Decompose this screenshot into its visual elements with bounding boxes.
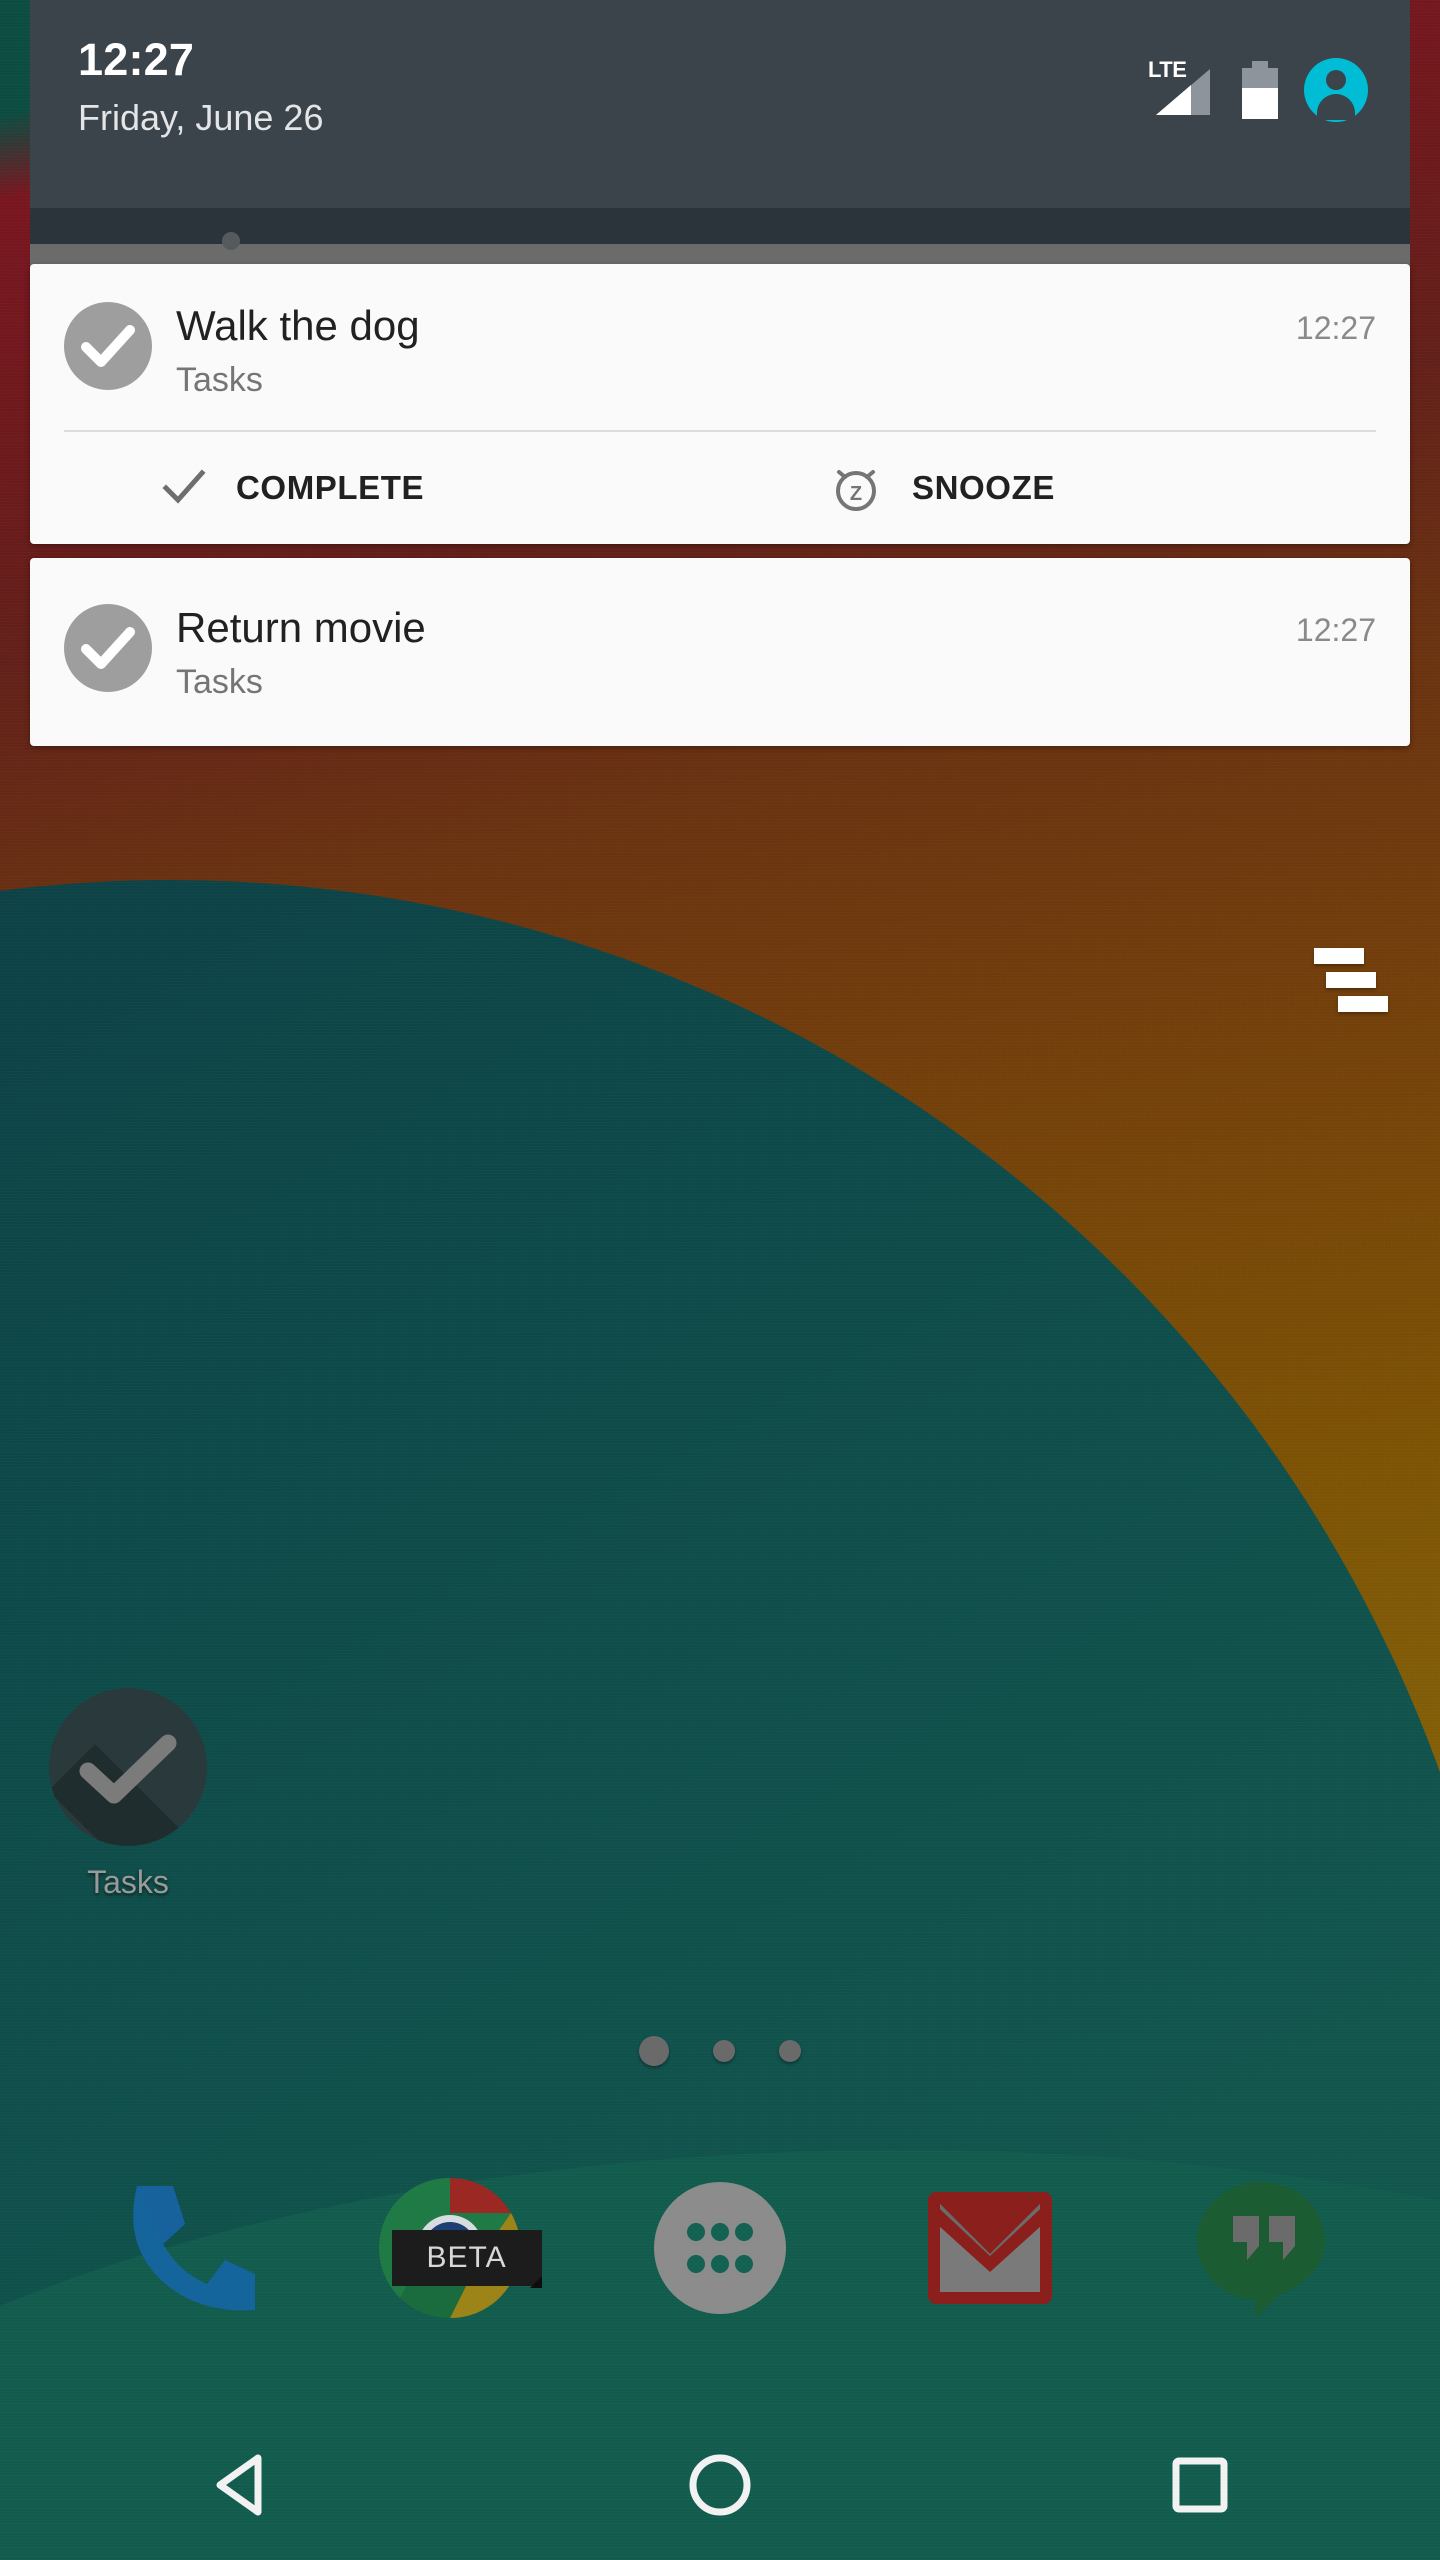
page-dot-3[interactable] bbox=[779, 2040, 801, 2062]
signal-bars-icon: LTE bbox=[1148, 59, 1216, 121]
handle-bar-1 bbox=[1314, 948, 1364, 964]
notification-body: Walk the dog Tasks bbox=[176, 300, 1276, 400]
shade-header: 12:27 Friday, June 26 LTE bbox=[30, 0, 1410, 208]
status-time: 12:27 bbox=[78, 34, 195, 85]
battery-icon bbox=[1242, 61, 1278, 119]
dock-item-hangouts[interactable] bbox=[1181, 2168, 1341, 2328]
dock-item-phone[interactable] bbox=[99, 2168, 259, 2328]
check-icon bbox=[162, 468, 206, 508]
avatar-body bbox=[1317, 94, 1355, 120]
handle-bar-2 bbox=[1326, 972, 1376, 988]
home-circle-icon[interactable] bbox=[645, 2410, 795, 2560]
home-app-tasks[interactable]: Tasks bbox=[28, 1688, 228, 1901]
handle-bar-3 bbox=[1338, 996, 1388, 1012]
notification-time: 12:27 bbox=[1295, 310, 1376, 346]
chrome-beta-badge: BETA bbox=[391, 2230, 542, 2286]
check-circle-icon bbox=[64, 302, 152, 390]
signal-triangle-fill bbox=[1156, 85, 1191, 115]
complete-action-button[interactable]: COMPLETE bbox=[30, 432, 720, 544]
phone-icon bbox=[133, 2186, 256, 2311]
snooze-alarm-icon: Z bbox=[830, 462, 882, 514]
complete-action-label: COMPLETE bbox=[236, 469, 425, 506]
clock-block: 12:27 Friday, June 26 bbox=[78, 34, 323, 142]
back-triangle-icon[interactable] bbox=[165, 2410, 315, 2560]
status-icons: LTE bbox=[1148, 58, 1368, 122]
notification-content[interactable]: Return movie Tasks 12:27 bbox=[30, 558, 1410, 746]
recents-square-icon[interactable] bbox=[1125, 2410, 1275, 2560]
battery-body bbox=[1242, 68, 1278, 119]
battery-fill bbox=[1242, 88, 1278, 119]
app-drawer-icon bbox=[653, 2182, 786, 2314]
status-date: Friday, June 26 bbox=[78, 97, 324, 138]
page-dot-2[interactable] bbox=[713, 2040, 735, 2062]
notification-peek-dot bbox=[222, 232, 240, 250]
notification-body: Return movie Tasks bbox=[176, 602, 1276, 702]
battery-nub bbox=[1252, 61, 1268, 68]
check-circle-icon bbox=[64, 604, 152, 692]
notification-card[interactable]: Walk the dog Tasks 12:27 COMPLETE Z SNOO… bbox=[30, 264, 1410, 544]
gmail-icon bbox=[928, 2192, 1053, 2304]
notification-actions: COMPLETE Z SNOOZE bbox=[30, 432, 1410, 544]
notification-list: Walk the dog Tasks 12:27 COMPLETE Z SNOO… bbox=[30, 264, 1410, 760]
dock-item-app-drawer[interactable] bbox=[640, 2168, 800, 2328]
notification-card[interactable]: Return movie Tasks 12:27 bbox=[30, 558, 1410, 746]
page-dot-1[interactable] bbox=[639, 2036, 669, 2066]
chrome-beta-badge-fold bbox=[529, 2276, 542, 2288]
hangouts-icon bbox=[1196, 2182, 1325, 2318]
svg-text:Z: Z bbox=[850, 483, 862, 505]
page-indicator bbox=[0, 2036, 1440, 2066]
avatar-head bbox=[1326, 70, 1346, 90]
notification-app-name: Tasks bbox=[176, 663, 263, 701]
notification-time: 12:27 bbox=[1295, 612, 1376, 648]
home-app-label: Tasks bbox=[87, 1864, 169, 1900]
snooze-action-label: SNOOZE bbox=[912, 469, 1055, 506]
tasks-check-icon bbox=[49, 1688, 207, 1846]
notification-title: Walk the dog bbox=[176, 302, 420, 349]
notification-app-name: Tasks bbox=[176, 361, 263, 399]
notification-shade-handle-icon[interactable] bbox=[1314, 948, 1388, 1012]
dock-item-chrome-beta[interactable]: BETA bbox=[370, 2168, 542, 2328]
notification-content[interactable]: Walk the dog Tasks 12:27 bbox=[30, 264, 1410, 430]
user-avatar-icon[interactable] bbox=[1304, 58, 1368, 122]
dock: BETA bbox=[0, 2158, 1440, 2338]
android-homescreen-with-notification-shade: Tasks BETA 12:27 Friday, June 26 LTE Wal… bbox=[0, 0, 1440, 2560]
notification-title: Return movie bbox=[176, 604, 426, 651]
navigation-bar bbox=[0, 2410, 1440, 2560]
snooze-action-button[interactable]: Z SNOOZE bbox=[720, 432, 1410, 544]
dock-item-gmail[interactable] bbox=[910, 2168, 1070, 2328]
